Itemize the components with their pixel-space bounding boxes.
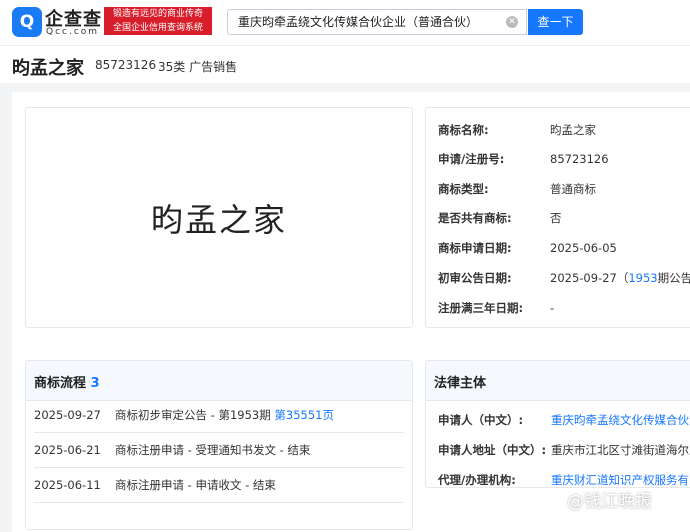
search-button[interactable]: 查一下 bbox=[528, 9, 583, 35]
flow-text: 商标注册申请 - 受理通知书发文 - 结束 bbox=[115, 443, 311, 457]
info-row: 是否共有商标: 否 bbox=[438, 210, 562, 226]
trademark-image-text: 昀孟之家 bbox=[150, 200, 287, 239]
flow-date: 2025-09-27 bbox=[34, 408, 101, 422]
search-value: 重庆昀牵孟绕文化传媒合伙企业（普通合伙） bbox=[238, 15, 479, 29]
top-header: Q 企查查 Qcc.com 锻造有远见的商业传奇 全国企业信用查询系统 重庆昀牵孟… bbox=[0, 0, 690, 46]
trademark-flow-card: 商标流程 3 2025-09-27 商标初步审定公告 - 第1953期 第3555… bbox=[25, 360, 413, 530]
info-label: 注册满三年日期: bbox=[438, 301, 524, 315]
flow-date: 2025-06-21 bbox=[34, 443, 101, 457]
info-value-suffix: 期公告） bbox=[657, 271, 690, 285]
legal-row: 申请人（中文）: 重庆昀牵孟绕文化传媒合伙企业 bbox=[438, 412, 690, 428]
registration-number: 85723126 bbox=[95, 58, 157, 72]
watermark: @钱江晚报 bbox=[567, 492, 652, 512]
info-label: 商标类型: bbox=[438, 182, 489, 196]
slogan-banner: 锻造有远见的商业传奇 全国企业信用查询系统 bbox=[104, 7, 212, 35]
info-label: 商标申请日期: bbox=[438, 241, 512, 255]
legal-row: 代理/办理机构: 重庆财汇道知识产权服务有限公司 bbox=[438, 472, 690, 488]
clear-icon[interactable]: ✕ bbox=[506, 16, 518, 28]
info-row: 商标申请日期: 2025-06-05 bbox=[438, 240, 617, 256]
flow-header: 商标流程 3 bbox=[26, 361, 412, 401]
trademark-class: 35类 广告销售 bbox=[158, 60, 238, 74]
applicant-link[interactable]: 重庆昀牵孟绕文化传媒合伙企业 bbox=[551, 413, 690, 427]
title-bar: 昀孟之家 85723126 35类 广告销售 bbox=[0, 46, 690, 83]
legal-entity-card: 法律主体 申请人（中文）: 重庆昀牵孟绕文化传媒合伙企业 申请人地址（中文）: 重庆… bbox=[425, 360, 690, 488]
flow-count: 3 bbox=[90, 376, 100, 391]
info-value: 昀孟之家 bbox=[550, 123, 596, 137]
info-label: 申请/注册号: bbox=[438, 152, 505, 166]
flow-row: 2025-06-21 商标注册申请 - 受理通知书发文 - 结束 bbox=[34, 433, 404, 468]
logo-domain: Qcc.com bbox=[46, 27, 100, 37]
info-label: 是否共有商标: bbox=[438, 211, 512, 225]
applicant-address: 重庆市江北区寸滩街道海尔路 bbox=[551, 443, 690, 457]
info-label: 商标名称: bbox=[438, 123, 489, 137]
qcc-logo-icon[interactable]: Q bbox=[12, 7, 42, 37]
info-row: 初审公告日期: 2025-09-27（1953期公告） bbox=[438, 270, 690, 286]
flow-title: 商标流程 bbox=[34, 376, 87, 391]
flow-row: 2025-06-11 商标注册申请 - 申请收文 - 结束 bbox=[34, 468, 404, 503]
announcement-issue-link[interactable]: 1953 bbox=[628, 271, 657, 285]
agency-link[interactable]: 重庆财汇道知识产权服务有限公司 bbox=[551, 473, 690, 487]
info-value: 普通商标 bbox=[550, 182, 596, 196]
info-value: 否 bbox=[550, 211, 562, 225]
info-label: 初审公告日期: bbox=[438, 271, 512, 285]
trademark-info-card: 商标名称: 昀孟之家 申请/注册号: 85723126 商标类型: 普通商标 是否共有… bbox=[425, 107, 690, 328]
search-input[interactable]: 重庆昀牵孟绕文化传媒合伙企业（普通合伙） ✕ bbox=[227, 9, 527, 35]
legal-label: 申请人（中文）: bbox=[438, 413, 524, 427]
info-value: 85723126 bbox=[550, 152, 609, 166]
trademark-image[interactable]: 昀孟之家 bbox=[25, 107, 413, 328]
flow-row: 2025-09-27 商标初步审定公告 - 第1953期 第35551页 bbox=[34, 398, 404, 433]
info-row: 注册满三年日期: - bbox=[438, 300, 554, 316]
info-value: 2025-09-27（ bbox=[550, 271, 629, 285]
slogan-line: 全国企业信用查询系统 bbox=[112, 23, 203, 33]
info-value: - bbox=[550, 301, 555, 315]
flow-page-link[interactable]: 第35551页 bbox=[274, 408, 334, 422]
info-value: 2025-06-05 bbox=[550, 241, 617, 255]
legal-row: 申请人地址（中文）: 重庆市江北区寸滩街道海尔路 bbox=[438, 442, 690, 458]
info-row: 商标名称: 昀孟之家 bbox=[438, 122, 596, 138]
legal-header: 法律主体 bbox=[426, 361, 690, 401]
slogan-line: 锻造有远见的商业传奇 bbox=[112, 9, 203, 19]
flow-text: 商标初步审定公告 - 第1953期 bbox=[115, 408, 271, 422]
flow-date: 2025-06-11 bbox=[34, 478, 101, 492]
legal-label: 代理/办理机构: bbox=[438, 473, 516, 487]
info-row: 商标类型: 普通商标 bbox=[438, 181, 596, 197]
flow-text: 商标注册申请 - 申请收文 - 结束 bbox=[115, 478, 276, 492]
page-title: 昀孟之家 bbox=[12, 58, 84, 79]
legal-label: 申请人地址（中文）: bbox=[438, 443, 547, 457]
info-row: 申请/注册号: 85723126 bbox=[438, 151, 609, 167]
